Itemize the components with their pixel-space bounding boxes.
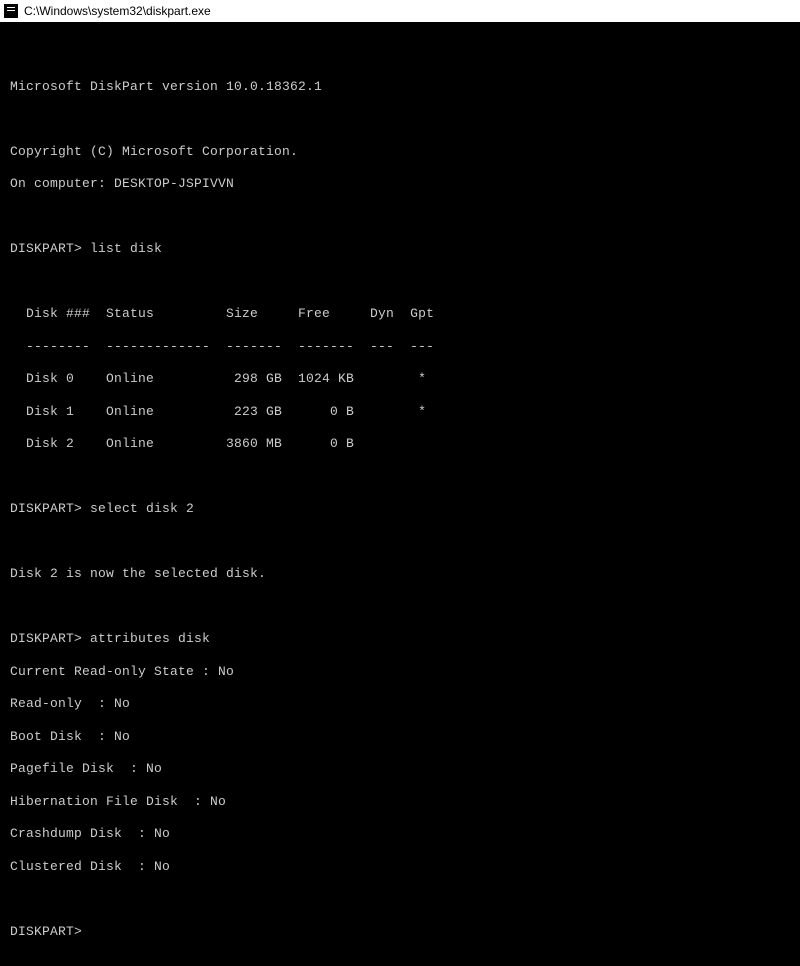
attribute-line: Current Read-only State : No bbox=[10, 664, 790, 680]
window-titlebar[interactable]: C:\Windows\system32\diskpart.exe bbox=[0, 0, 800, 22]
command-list-disk: list disk bbox=[90, 241, 162, 257]
prompt-line-attributes: DISKPART> attributes disk bbox=[10, 631, 790, 647]
window-title: C:\Windows\system32\diskpart.exe bbox=[24, 4, 211, 18]
prompt: DISKPART> bbox=[10, 631, 82, 647]
prompt: DISKPART> bbox=[10, 924, 82, 940]
attribute-line: Boot Disk : No bbox=[10, 729, 790, 745]
computer-line: On computer: DESKTOP-JSPIVVN bbox=[10, 176, 790, 192]
prompt: DISKPART> bbox=[10, 241, 82, 257]
disk-table-header: Disk ### Status Size Free Dyn Gpt bbox=[10, 306, 790, 322]
console-icon bbox=[4, 4, 18, 18]
prompt-line-select-disk: DISKPART> select disk 2 bbox=[10, 501, 790, 517]
command-attributes-disk: attributes disk bbox=[90, 631, 210, 647]
attribute-line: Crashdump Disk : No bbox=[10, 826, 790, 842]
table-row: Disk 2 Online 3860 MB 0 B bbox=[10, 436, 790, 452]
copyright-line: Copyright (C) Microsoft Corporation. bbox=[10, 144, 790, 160]
attribute-line: Pagefile Disk : No bbox=[10, 761, 790, 777]
attribute-line: Hibernation File Disk : No bbox=[10, 794, 790, 810]
table-row: Disk 1 Online 223 GB 0 B * bbox=[10, 404, 790, 420]
prompt: DISKPART> bbox=[10, 501, 82, 517]
prompt-line-list-disk: DISKPART> list disk bbox=[10, 241, 790, 257]
table-row: Disk 0 Online 298 GB 1024 KB * bbox=[10, 371, 790, 387]
attribute-line: Read-only : No bbox=[10, 696, 790, 712]
terminal-output[interactable]: Microsoft DiskPart version 10.0.18362.1 … bbox=[0, 22, 800, 966]
attribute-line: Clustered Disk : No bbox=[10, 859, 790, 875]
select-response: Disk 2 is now the selected disk. bbox=[10, 566, 790, 582]
version-line: Microsoft DiskPart version 10.0.18362.1 bbox=[10, 79, 790, 95]
prompt-line-empty[interactable]: DISKPART> bbox=[10, 924, 790, 940]
command-select-disk: select disk 2 bbox=[90, 501, 194, 517]
disk-table-divider: -------- ------------- ------- ------- -… bbox=[10, 339, 790, 355]
